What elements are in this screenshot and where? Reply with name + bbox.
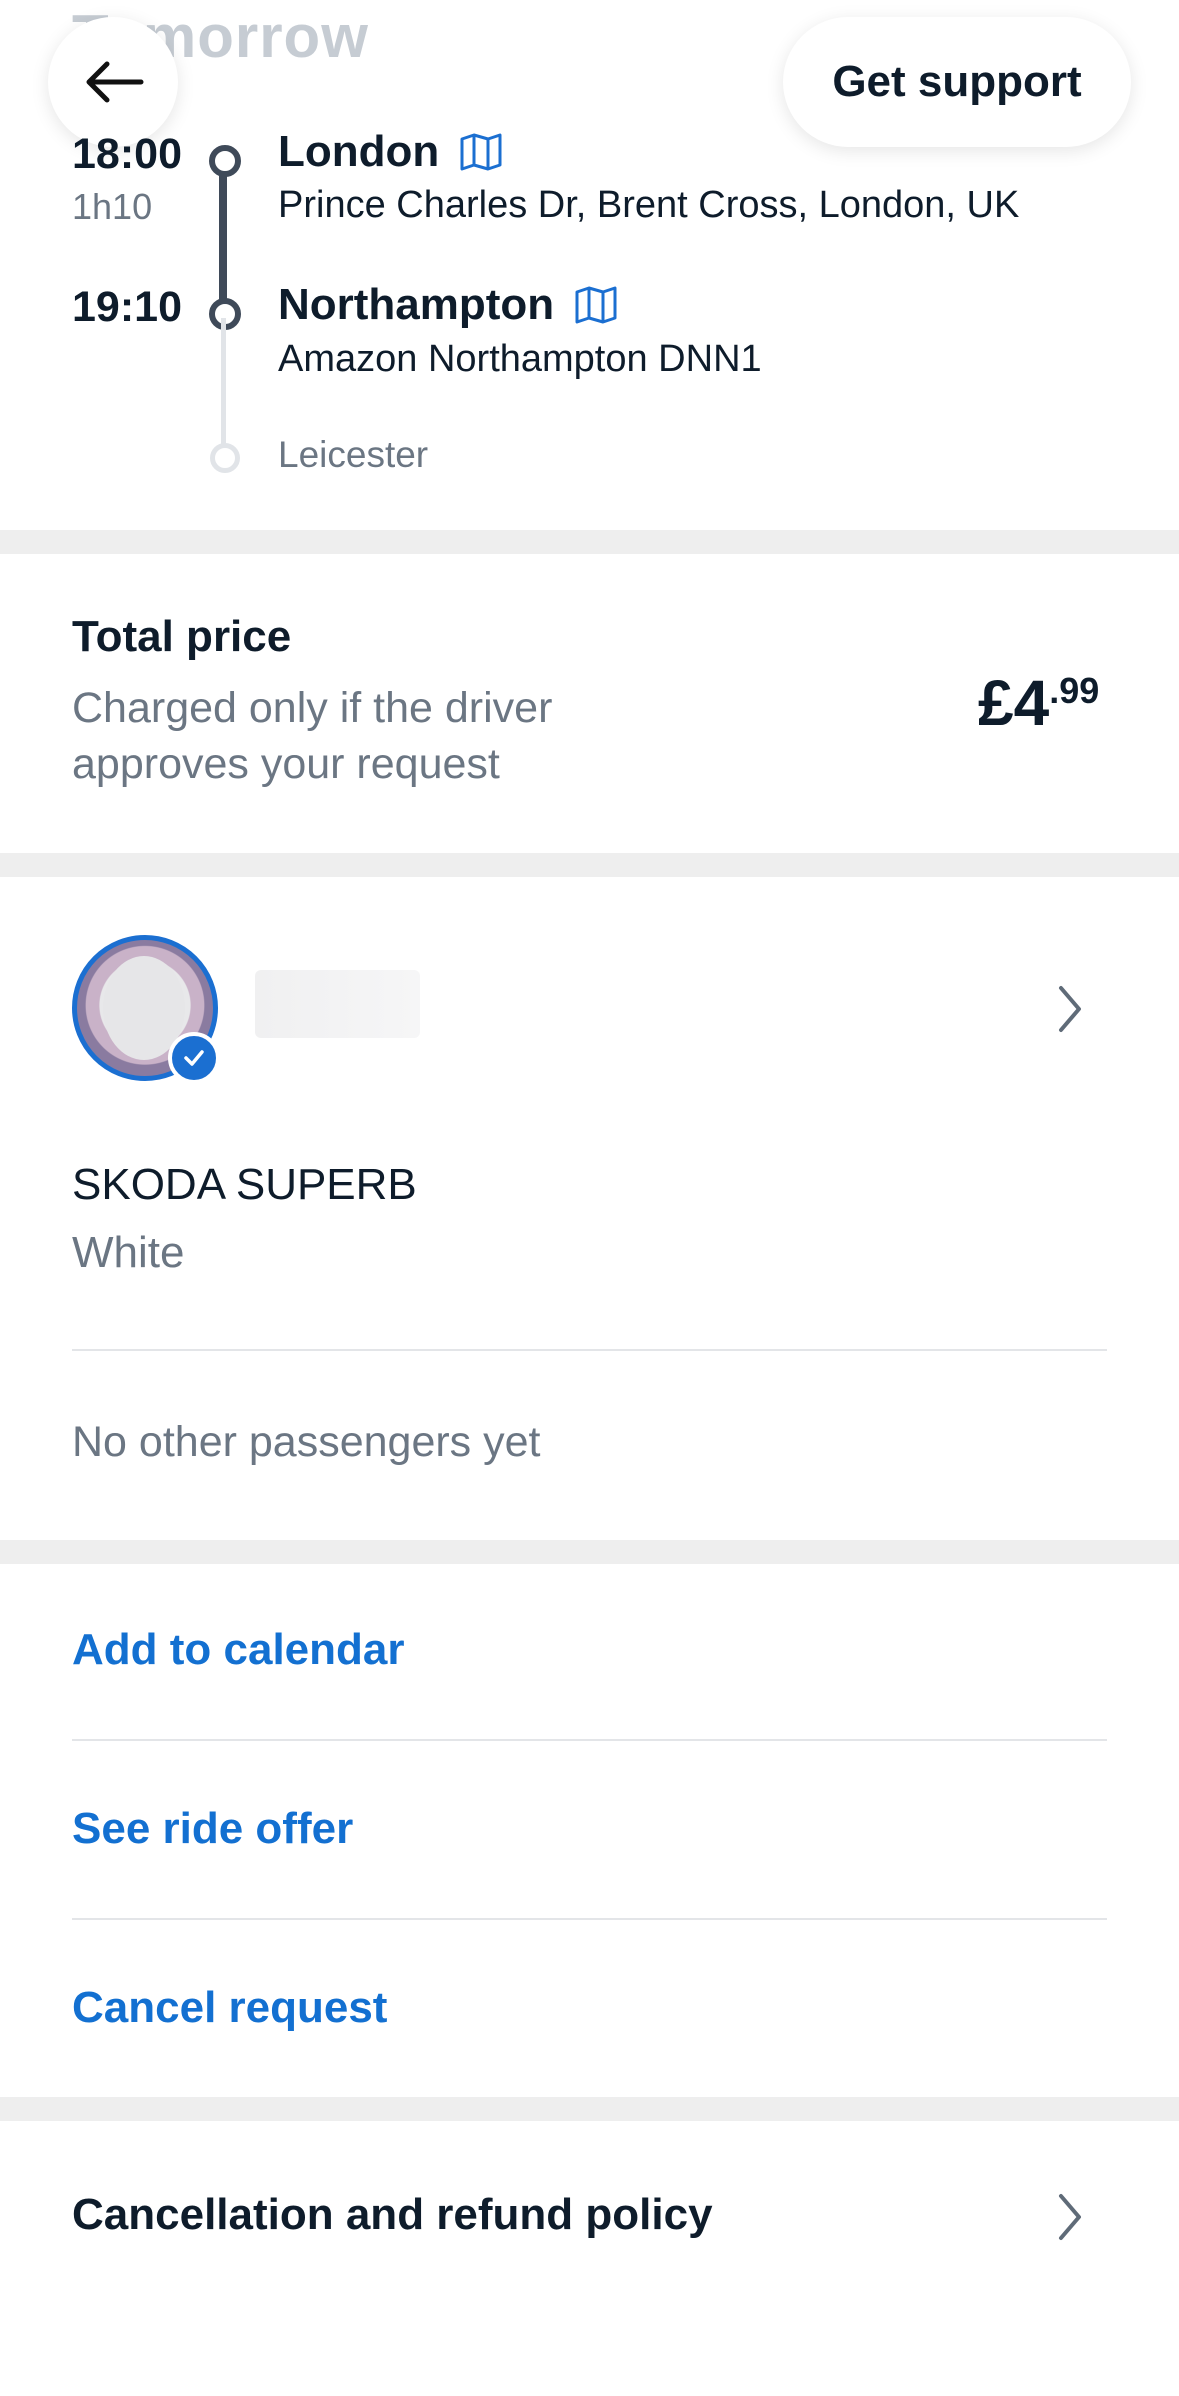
arrival-address: Amazon Northampton DNN1	[278, 338, 762, 380]
route-line	[219, 165, 227, 310]
arrival-time: 19:10	[72, 283, 182, 331]
departure-dot	[209, 145, 241, 177]
driver-profile-chevron-icon[interactable]	[1050, 979, 1090, 1039]
section-divider	[0, 1540, 1179, 1564]
trip-duration: 1h10	[72, 186, 153, 227]
map-icon[interactable]	[459, 132, 503, 172]
car-color: White	[72, 1228, 185, 1277]
back-button[interactable]	[48, 17, 178, 147]
cancellation-policy-link[interactable]: Cancellation and refund policy	[72, 2190, 713, 2240]
car-model: SKODA SUPERB	[72, 1160, 417, 1209]
departure-city[interactable]: London	[278, 127, 503, 177]
route-line-remaining	[221, 318, 226, 452]
final-stop-city: Leicester	[278, 434, 429, 475]
divider	[72, 1739, 1107, 1741]
final-stop-dot	[210, 443, 240, 473]
map-icon[interactable]	[574, 285, 618, 325]
price-cents: .99	[1049, 670, 1100, 711]
add-to-calendar-link[interactable]: Add to calendar	[72, 1625, 405, 1675]
section-divider	[0, 2097, 1179, 2121]
section-divider	[0, 853, 1179, 877]
arrival-city-label: Northampton	[278, 280, 555, 329]
section-divider	[0, 530, 1179, 554]
total-price-title: Total price	[72, 612, 292, 661]
verified-badge-icon	[168, 1032, 220, 1084]
get-support-button[interactable]: Get support	[783, 17, 1131, 147]
price-main: £4	[978, 667, 1050, 739]
passengers-status: No other passengers yet	[72, 1418, 541, 1466]
departure-address: Prince Charles Dr, Brent Cross, London, …	[278, 184, 1020, 226]
departure-time: 18:00	[72, 130, 182, 178]
arrow-left-icon	[86, 61, 144, 103]
price-note: Charged only if the driver approves your…	[72, 684, 553, 788]
cancel-request-link[interactable]: Cancel request	[72, 1983, 387, 2033]
arrival-city[interactable]: Northampton	[278, 280, 618, 330]
policy-chevron-icon[interactable]	[1050, 2187, 1090, 2247]
see-ride-offer-link[interactable]: See ride offer	[72, 1804, 353, 1854]
divider	[72, 1349, 1107, 1351]
driver-name-placeholder	[255, 970, 420, 1038]
departure-city-label: London	[278, 127, 440, 176]
divider	[72, 1918, 1107, 1920]
price-value: £4 .99	[978, 666, 1099, 740]
